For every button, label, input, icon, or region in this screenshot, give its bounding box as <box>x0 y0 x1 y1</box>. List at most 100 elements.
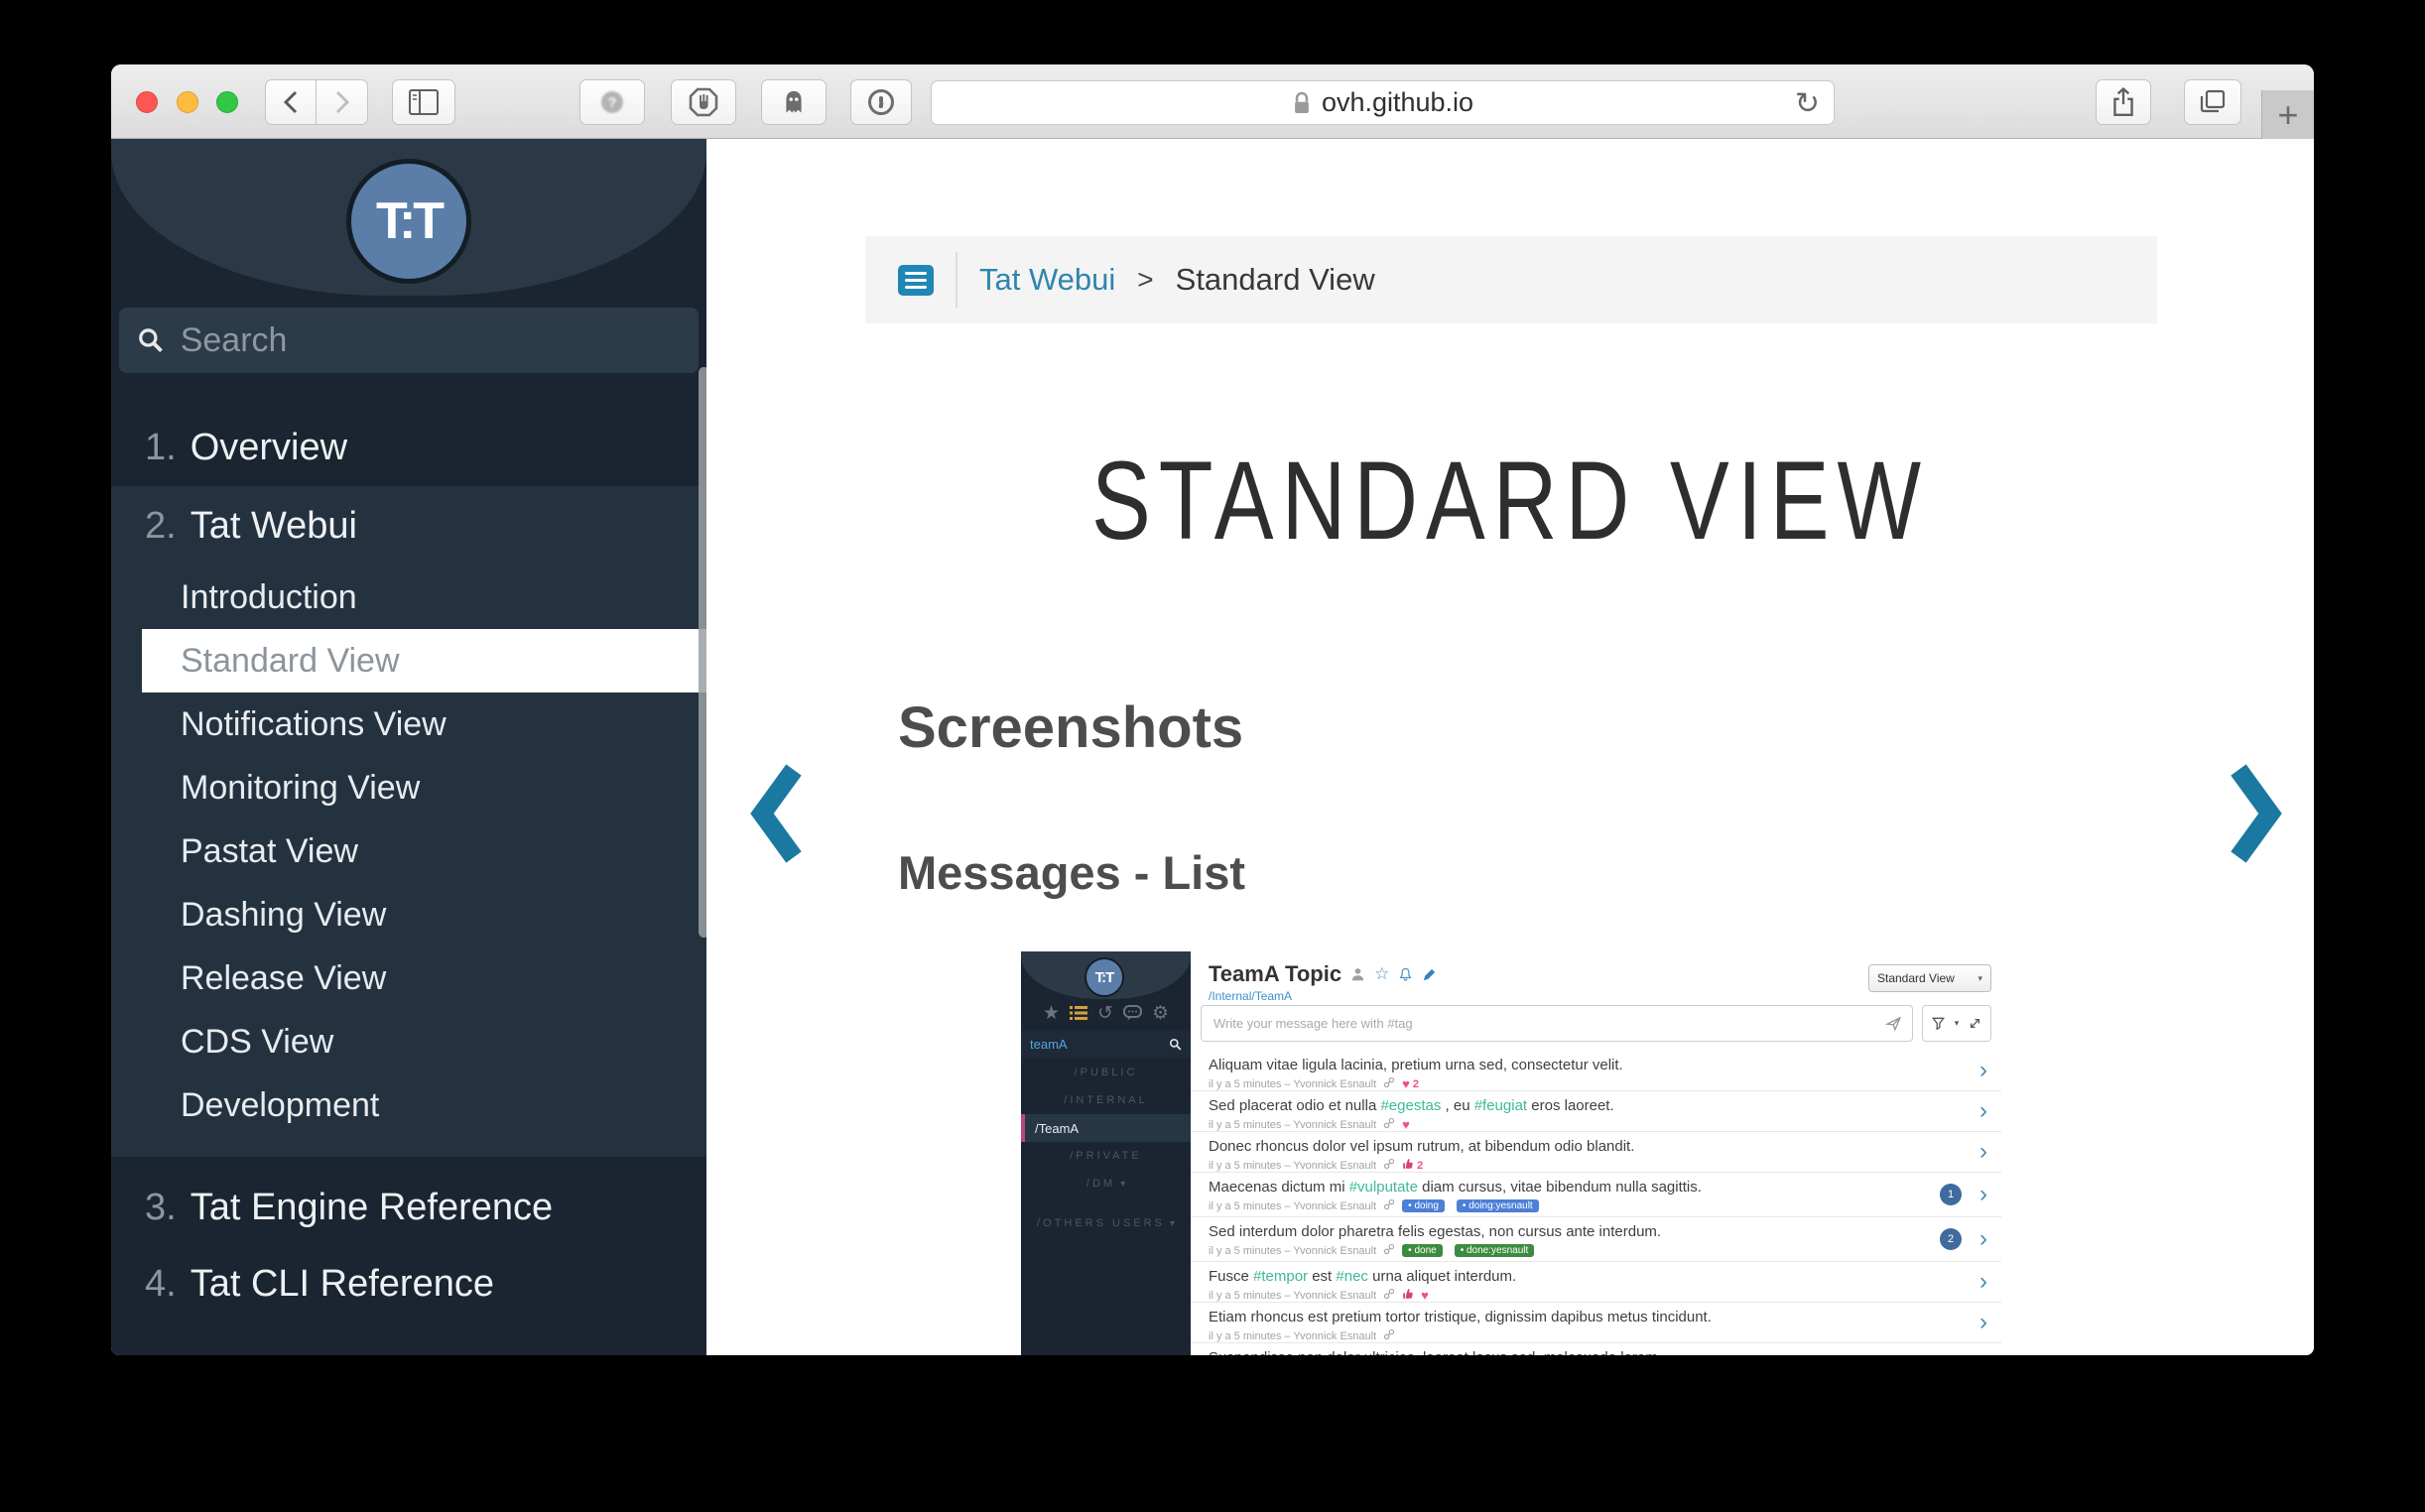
close-window-button[interactable] <box>136 91 158 113</box>
app-nav-icons: ★ ↺ ⚙ <box>1021 999 1191 1027</box>
app-search-icon <box>1169 1038 1182 1051</box>
message-text: Sed placerat odio et nulla #egestas , eu… <box>1209 1097 1962 1114</box>
app-topic-label: /INTERNAL <box>1064 1094 1147 1106</box>
message-row: Maecenas dictum mi #vulputate diam cursu… <box>1191 1173 2001 1217</box>
next-page-arrow[interactable] <box>2227 764 2284 863</box>
new-tab-button[interactable]: + <box>2261 90 2314 139</box>
sidebar-subitem-monitoring-view[interactable]: Monitoring View <box>111 756 706 819</box>
link-icon <box>1383 1288 1395 1300</box>
message-meta: il y a 5 minutes – Yvonnick Esnault♥ <box>1209 1117 1962 1132</box>
heart-icon: ♥ <box>1421 1288 1429 1303</box>
message-meta-text: il y a 5 minutes – Yvonnick Esnault <box>1209 1119 1376 1131</box>
message-text-segment: diam cursus, vitae bibendum nulla sagitt… <box>1418 1179 1702 1196</box>
link-icon-wrap <box>1383 1076 1395 1091</box>
message-text: Suspendisse non dolor ultricies, laoreet… <box>1209 1349 1962 1355</box>
message-chevron-icon: › <box>1979 1057 1987 1084</box>
message-meta-text: il y a 5 minutes – Yvonnick Esnault <box>1209 1160 1376 1172</box>
message-meta-text: il y a 5 minutes – Yvonnick Esnault <box>1209 1078 1376 1090</box>
app-composer-tools: ▾ <box>1922 1005 1991 1042</box>
link-icon <box>1383 1076 1395 1088</box>
sidebar-subitem-development[interactable]: Development <box>111 1073 706 1137</box>
sidebar-item-label: Tat CLI Reference <box>191 1263 494 1306</box>
filter-funnel-icon <box>1932 1017 1945 1030</box>
sidebar-item-tat-engine-reference[interactable]: 3.Tat Engine Reference <box>111 1170 706 1246</box>
app-topic--public: /PUBLIC <box>1021 1059 1191 1086</box>
doc-content: Tat Webui > Standard View STANDARD VIEW … <box>706 139 2314 1355</box>
message-meta-text: il y a 5 minutes – Yvonnick Esnault <box>1209 1290 1376 1302</box>
extension-button-ghost[interactable] <box>761 79 827 125</box>
sidebar-item-label: Tat Engine Reference <box>191 1187 553 1229</box>
app-topic-search-value: teamA <box>1030 1037 1169 1052</box>
reload-icon[interactable]: ↻ <box>1795 86 1820 121</box>
message-text-segment: Etiam rhoncus est pretium tortor tristiq… <box>1209 1309 1712 1325</box>
link-icon-wrap <box>1383 1288 1395 1303</box>
message-text-segment: urna aliquet interdum. <box>1368 1268 1516 1285</box>
message-text-segment: Sed placerat odio et nulla <box>1209 1097 1380 1114</box>
message-text: Etiam rhoncus est pretium tortor tristiq… <box>1209 1309 1962 1325</box>
send-plane-icon <box>1885 1015 1902 1032</box>
view-select-value: Standard View <box>1877 971 1955 985</box>
sidebar-item-overview[interactable]: 1.Overview <box>111 410 706 486</box>
reaction-count: 2 <box>1413 1078 1419 1090</box>
message-chevron-icon: › <box>1979 1097 1987 1125</box>
link-icon-wrap <box>1383 1198 1395 1213</box>
tabs-overview-button[interactable] <box>2184 79 2241 125</box>
sidebar-subitem-release-view[interactable]: Release View <box>111 946 706 1010</box>
sidebar-search[interactable] <box>119 308 699 373</box>
app-topic-search: teamA <box>1021 1031 1191 1058</box>
share-button[interactable] <box>2096 79 2151 125</box>
sidebar-subitem-pastat-view[interactable]: Pastat View <box>111 819 706 883</box>
sidebar-item-tat-webui[interactable]: 2.Tat Webui <box>111 486 706 566</box>
sidebar-subitem-dashing-view[interactable]: Dashing View <box>111 883 706 946</box>
ghost-icon <box>780 88 808 116</box>
sidebar-subitem-notifications-view[interactable]: Notifications View <box>111 693 706 756</box>
forward-button[interactable] <box>317 79 368 125</box>
address-bar[interactable]: ovh.github.io ↻ <box>931 80 1835 125</box>
thumb-up-icon-wrap <box>1402 1288 1414 1303</box>
doc-sidebar: T:T 1.Overview2.Tat WebuiIntroductionSta… <box>111 139 706 1355</box>
app-topic-label: /DM <box>1086 1178 1115 1190</box>
message-text-segment: Fusce <box>1209 1268 1253 1285</box>
sidebar-subitem-introduction[interactable]: Introduction <box>111 566 706 629</box>
app-left-panel: T:T ★ ↺ ⚙ teamA /PUBLIC/INTERNAL/TeamA/P… <box>1021 951 1191 1355</box>
sidebar-subitem-standard-view[interactable]: Standard View <box>142 629 706 693</box>
message-chevron-icon: › <box>1979 1181 1987 1208</box>
message-text-segment: Suspendisse non dolor ultricies, laoreet… <box>1209 1349 1662 1355</box>
sidebar-nav: 1.Overview2.Tat WebuiIntroductionStandar… <box>111 410 706 1323</box>
sidebar-item-tat-cli-reference[interactable]: 4. Tat CLI Reference <box>111 1246 706 1323</box>
tat-logo: T:T <box>346 159 471 284</box>
prev-page-arrow[interactable] <box>748 764 806 863</box>
breadcrumb-parent-link[interactable]: Tat Webui <box>979 262 1115 298</box>
search-input[interactable] <box>179 320 681 361</box>
message-chevron-icon: › <box>1979 1268 1987 1296</box>
minimize-window-button[interactable] <box>177 91 198 113</box>
sidebar-item-number: 1. <box>145 427 177 469</box>
gears-icon: ⚙ <box>1152 1004 1169 1023</box>
url-text: ovh.github.io <box>1322 87 1473 118</box>
extension-button-stop[interactable] <box>671 79 736 125</box>
sidebar-item-number: 2. <box>145 505 177 548</box>
thumb-up-icon <box>1402 1158 1414 1170</box>
extension-button-question[interactable]: ? <box>579 79 645 125</box>
star-outline-icon: ☆ <box>1374 964 1389 984</box>
hashtag: #tempor <box>1253 1268 1308 1285</box>
sidebar-item-number: 4. <box>145 1263 177 1306</box>
bell-icon <box>1398 966 1413 982</box>
bullet-list-icon <box>1070 1005 1087 1021</box>
sidebar-toggle-button[interactable] <box>392 79 455 125</box>
zoom-window-button[interactable] <box>216 91 238 113</box>
sidebar-toggle-icon <box>409 89 439 115</box>
sidebar-scrollbar[interactable] <box>699 367 706 938</box>
browser-window: ? ovh.github.io ↻ + <box>111 64 2314 1355</box>
app-message-input-box <box>1201 1005 1913 1042</box>
app-screenshot-image: T:T ★ ↺ ⚙ teamA /PUBLIC/INTERNAL/TeamA/P… <box>1021 951 2001 1355</box>
message-chevron-icon: › <box>1979 1138 1987 1166</box>
sidebar-section: 1.Overview <box>111 410 706 486</box>
message-chevron-icon: › <box>1979 1309 1987 1336</box>
heart-icon: ♥ <box>1402 1076 1410 1091</box>
back-button[interactable] <box>265 79 317 125</box>
sidebar-subitem-cds-view[interactable]: CDS View <box>111 1010 706 1073</box>
extension-button-onepassword[interactable] <box>850 79 912 125</box>
message-row: Donec rhoncus dolor vel ipsum rutrum, at… <box>1191 1132 2001 1173</box>
reaction-count: 2 <box>1417 1160 1423 1172</box>
